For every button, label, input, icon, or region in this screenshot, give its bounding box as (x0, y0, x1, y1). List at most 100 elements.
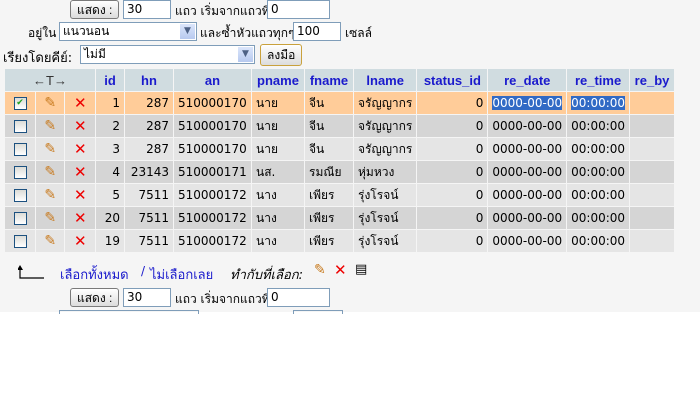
edit-cell[interactable]: ✎ (36, 184, 65, 206)
edit-cell[interactable]: ✎ (36, 138, 65, 160)
edit-pencil-icon[interactable]: ✎ (44, 210, 56, 226)
delete-selected-icon[interactable]: ✕ (334, 261, 347, 279)
rows-input-bottom[interactable]: 30 (123, 288, 171, 307)
column-header-re_by[interactable]: re_by (630, 69, 675, 91)
row-checkbox-cell[interactable] (5, 184, 36, 206)
cell-re_by (630, 184, 675, 206)
go-button[interactable]: ลงมือ (260, 44, 303, 66)
repeat-headers-input-bottom[interactable] (293, 310, 343, 314)
show-button[interactable]: แสดง : (70, 0, 120, 19)
sort-key-select[interactable]: ไม่มี ▼ (80, 45, 255, 64)
cell-fname: เพียร (305, 230, 353, 252)
cell-pname: นาง (252, 207, 304, 229)
check-all-link[interactable]: เลือกทั้งหมด (60, 264, 129, 285)
edit-cell[interactable]: ✎ (36, 230, 65, 252)
edit-selected-icon[interactable]: ✎ (314, 262, 326, 278)
row-checkbox[interactable] (13, 212, 27, 225)
column-resize-arrows: ←T→ (5, 69, 95, 91)
start-row-input[interactable]: 0 (267, 0, 330, 19)
row-checkbox[interactable] (13, 143, 27, 156)
cell-re_date: 0000-00-00 (488, 184, 567, 206)
row-checkbox[interactable] (13, 120, 27, 133)
edit-cell[interactable]: ✎ (36, 161, 65, 183)
delete-cell[interactable]: ✕ (65, 207, 95, 229)
delete-x-icon[interactable]: ✕ (74, 232, 87, 250)
table-row[interactable]: ✎ ✕ 20 7511 510000172 นาง เพียร รุ่งโรจน์ 0 0000… (5, 207, 675, 229)
delete-x-icon[interactable]: ✕ (74, 209, 87, 227)
edit-pencil-icon[interactable]: ✎ (44, 95, 56, 111)
cell-re_by (630, 207, 675, 229)
row-checkbox-cell[interactable] (5, 138, 36, 160)
cell-re_time: 00:00:00 (567, 207, 630, 229)
cell-lname: รุ่งโรจน์ (354, 207, 417, 229)
column-header-re_date[interactable]: re_date (488, 69, 567, 91)
export-selected-icon[interactable]: ▤ (355, 262, 367, 277)
cell-re_date: 0000-00-00 (488, 230, 567, 252)
table-row[interactable]: ✎ ✕ 3 287 510000170 นาย จีน จรัญญากร 0 0000-00-0… (5, 138, 675, 160)
edit-cell[interactable]: ✎ (36, 92, 65, 114)
delete-x-icon[interactable]: ✕ (74, 140, 87, 158)
chevron-down-icon: ▼ (180, 24, 195, 39)
table-row[interactable]: ✎ ✕ 4 23143 510000171 นส. รมณีย หุ่มหวง 0 0000-0… (5, 161, 675, 183)
delete-x-icon[interactable]: ✕ (74, 186, 87, 204)
row-checkbox-cell[interactable]: ✔ (5, 92, 36, 114)
column-header-status_id[interactable]: status_id (417, 69, 488, 91)
cell-lname: รุ่งโรจน์ (354, 230, 417, 252)
rows-input[interactable]: 30 (123, 0, 171, 19)
show-button-bottom[interactable]: แสดง : (70, 288, 120, 307)
cell-status_id: 0 (417, 115, 488, 137)
row-checkbox[interactable] (13, 166, 27, 179)
row-checkbox[interactable]: ✔ (13, 97, 27, 110)
row-checkbox-cell[interactable] (5, 161, 36, 183)
rows-label: แถว เริ่มจากแถวที่ (175, 4, 270, 18)
edit-cell[interactable]: ✎ (36, 207, 65, 229)
table-row[interactable]: ✎ ✕ 2 287 510000170 นาย จีน จรัญญากร 0 0000-00-0… (5, 115, 675, 137)
edit-cell[interactable]: ✎ (36, 115, 65, 137)
cell-status_id: 0 (417, 230, 488, 252)
edit-pencil-icon[interactable]: ✎ (44, 118, 56, 134)
edit-pencil-icon[interactable]: ✎ (44, 187, 56, 203)
delete-cell[interactable]: ✕ (65, 138, 95, 160)
table-row[interactable]: ✔ ✎ ✕ 1 287 510000170 นาย จีน จรัญญากร 0 0000-00… (5, 92, 675, 114)
delete-cell[interactable]: ✕ (65, 115, 95, 137)
column-header-pname[interactable]: pname (252, 69, 304, 91)
row-checkbox[interactable] (13, 189, 27, 202)
cell-re_time: 00:00:00 (567, 184, 630, 206)
chevron-down-icon: ▼ (238, 47, 253, 62)
delete-cell[interactable]: ✕ (65, 184, 95, 206)
display-mode-select-bottom[interactable] (59, 310, 199, 314)
edit-pencil-icon[interactable]: ✎ (44, 141, 56, 157)
delete-cell[interactable]: ✕ (65, 161, 95, 183)
cell-id: 3 (96, 138, 124, 160)
selected-text: 0000-00-00 (492, 96, 563, 110)
column-header-re_time[interactable]: re_time (567, 69, 630, 91)
cell-fname: จีน (305, 115, 353, 137)
cell-status_id: 0 (417, 161, 488, 183)
column-header-id[interactable]: id (96, 69, 124, 91)
display-mode-select[interactable]: แนวนอน ▼ (59, 22, 197, 41)
start-row-input-bottom[interactable]: 0 (267, 288, 330, 307)
delete-cell[interactable]: ✕ (65, 230, 95, 252)
column-header-an[interactable]: an (174, 69, 251, 91)
edit-pencil-icon[interactable]: ✎ (44, 233, 56, 249)
table-row[interactable]: ✎ ✕ 5 7511 510000172 นาง เพียร รุ่งโรจน์ 0 0000-… (5, 184, 675, 206)
edit-pencil-icon[interactable]: ✎ (44, 164, 56, 180)
uncheck-all-link[interactable]: ไม่เลือกเลย (150, 264, 213, 285)
row-checkbox-cell[interactable] (5, 230, 36, 252)
table-row[interactable]: ✎ ✕ 19 7511 510000172 นาง เพียร รุ่งโรจน์ 0 0000… (5, 230, 675, 252)
row-checkbox-cell[interactable] (5, 115, 36, 137)
cell-an: 510000172 (174, 184, 251, 206)
repeat-label: และซ้ำหัวแถวทุกๆ (200, 26, 295, 40)
row-checkbox-cell[interactable] (5, 207, 36, 229)
column-header-hn[interactable]: hn (125, 69, 173, 91)
delete-cell[interactable]: ✕ (65, 92, 95, 114)
column-header-lname[interactable]: lname (354, 69, 417, 91)
column-header-fname[interactable]: fname (305, 69, 353, 91)
delete-x-icon[interactable]: ✕ (74, 163, 87, 181)
cell-re_by (630, 161, 675, 183)
delete-x-icon[interactable]: ✕ (74, 94, 87, 112)
repeat-headers-input[interactable]: 100 (293, 22, 341, 41)
row-checkbox[interactable] (13, 235, 27, 248)
cell-id: 1 (96, 92, 124, 114)
delete-x-icon[interactable]: ✕ (74, 117, 87, 135)
